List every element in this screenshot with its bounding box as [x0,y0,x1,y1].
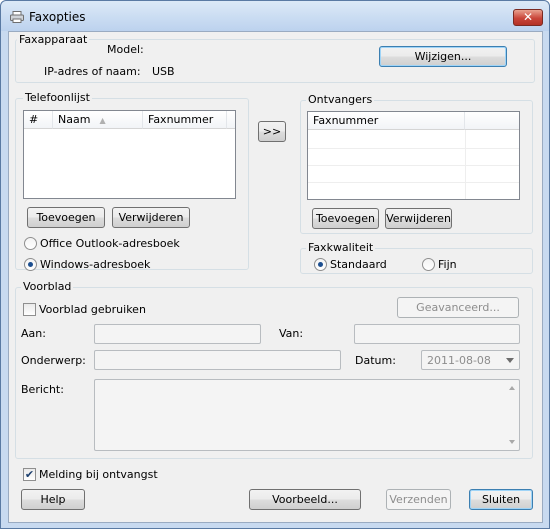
checkmark-icon: ✔ [24,468,35,481]
faxapparaat-group-label: Faxapparaat [17,33,90,46]
column-separator [465,130,466,199]
faxopties-window: Faxopties ✕ Faxapparaat Model: IP-adres … [0,0,550,529]
ontvangers-add-button[interactable]: Toevoegen [312,208,379,229]
advanced-button[interactable]: Geavanceerd... [397,297,519,318]
datum-picker[interactable]: 2011-08-08 [421,350,520,370]
telefoonlijst-add-button[interactable]: Toevoegen [27,207,105,228]
send-button[interactable]: Verzenden [386,489,451,510]
close-window-button[interactable]: ✕ [513,9,543,26]
column-header-filler-recipients [465,112,519,130]
radio-selected-dot [28,262,33,267]
window-title: Faxopties [29,10,86,24]
radio-selected-dot [318,262,323,267]
faxkwaliteit-group-label: Faxkwaliteit [306,241,376,254]
notify-on-receipt-checkbox[interactable]: ✔ [23,468,36,481]
aan-input[interactable] [94,324,261,344]
telefoonlijst-remove-button[interactable]: Verwijderen [112,207,190,228]
change-device-button[interactable]: Wijzigen... [379,46,507,67]
radio-quality-standaard[interactable] [314,258,327,271]
column-header-faxnummer-recipients[interactable]: Faxnummer [308,112,465,130]
row-separator [308,165,519,166]
datum-label: Datum: [355,354,396,367]
dialog-body: Faxapparaat Model: IP-adres of naam: USB… [8,31,543,523]
ip-label: IP-adres of naam: [44,65,141,78]
ontvangers-group-label: Ontvangers [306,93,375,106]
column-header-naam[interactable]: Naam ▲ [53,111,143,129]
van-input[interactable] [354,324,520,344]
telefoonlijst-list[interactable]: # Naam ▲ Faxnummer [23,110,236,199]
bericht-label: Bericht: [21,383,64,396]
radio-windows-addressbook[interactable] [24,258,37,271]
quality-standaard-label[interactable]: Standaard [330,258,387,271]
row-separator [308,182,519,183]
scroll-down-arrow-icon[interactable] [509,440,515,444]
printer-icon [10,11,24,23]
telefoonlijst-group-label: Telefoonlijst [23,91,92,104]
chevron-down-icon[interactable] [506,358,514,363]
title-bar[interactable]: Faxopties ✕ [1,1,549,31]
close-dialog-button[interactable]: Sluiten [469,489,533,510]
onderwerp-label: Onderwerp: [21,354,86,367]
quality-fijn-label[interactable]: Fijn [438,258,457,271]
preview-button[interactable]: Voorbeeld... [249,489,361,510]
voorblad-group-label: Voorblad [21,280,74,293]
windows-addressbook-label[interactable]: Windows-adresboek [40,258,150,271]
use-coverpage-label[interactable]: Voorblad gebruiken [39,303,146,316]
van-label: Van: [279,327,304,340]
bericht-textarea[interactable] [94,379,520,451]
column-header-number[interactable]: # [24,111,53,129]
use-coverpage-checkbox[interactable] [23,303,36,316]
row-separator [308,148,519,149]
model-label: Model: [107,43,144,56]
radio-outlook-addressbook[interactable] [24,237,37,250]
add-to-recipients-button[interactable]: >> [258,121,286,142]
column-header-faxnummer[interactable]: Faxnummer [143,111,227,129]
ontvangers-list[interactable]: Faxnummer [307,111,520,200]
column-header-filler [227,111,235,129]
radio-quality-fijn[interactable] [422,258,435,271]
scroll-up-arrow-icon[interactable] [509,386,515,390]
onderwerp-input[interactable] [94,350,341,370]
close-icon: ✕ [522,10,534,24]
notify-on-receipt-label[interactable]: Melding bij ontvangst [39,468,158,481]
aan-label: Aan: [21,327,46,340]
help-button[interactable]: Help [21,489,85,510]
ip-value: USB [152,65,175,78]
sort-ascending-icon: ▲ [99,116,106,125]
outlook-addressbook-label[interactable]: Office Outlook-adresboek [40,237,180,250]
ontvangers-remove-button[interactable]: Verwijderen [385,208,452,229]
